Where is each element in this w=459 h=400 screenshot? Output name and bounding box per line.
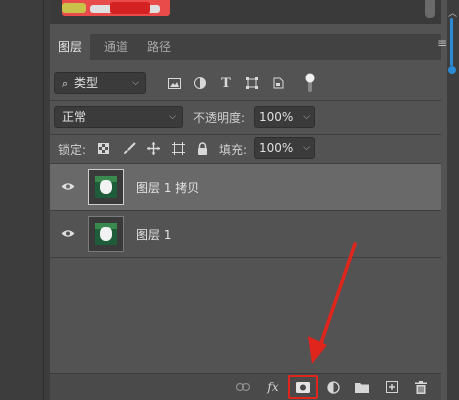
layers-bottom-bar: fx (50, 373, 441, 400)
fx-label: fx (267, 380, 279, 394)
layer-row[interactable]: 图层 1 (50, 211, 441, 257)
link-layers-icon[interactable] (234, 378, 252, 396)
panel-divider (43, 0, 44, 400)
lock-label: 锁定: (58, 143, 87, 157)
previous-panel (50, 0, 441, 24)
chevron-down-icon: ⌵ (169, 112, 176, 122)
filter-kind-dropdown[interactable]: ⌕ 类型 ⌵ (54, 72, 146, 94)
filter-row: ⌕ 类型 ⌵ T (50, 72, 441, 94)
divider (50, 134, 441, 135)
lock-image-icon[interactable] (120, 137, 138, 159)
lock-position-icon[interactable] (144, 137, 162, 159)
tab-channels[interactable]: 通道 (104, 34, 128, 60)
fill-label: 填充: (219, 143, 248, 157)
panel-tabs: 图层 通道 路径 ≡ (50, 34, 447, 60)
new-group-icon[interactable] (353, 378, 371, 396)
blend-mode-value: 正常 (62, 110, 87, 124)
previous-panel-scrollbar[interactable] (425, 0, 435, 18)
image-filter-icon[interactable] (165, 72, 183, 94)
blend-row: 正常 ⌵ 不透明度: 100% ⌵ (50, 106, 441, 128)
layers-panel: 图层 通道 路径 ≡ ⌕ 类型 ⌵ T 正常 ⌵ 不透明度: 100% ⌵ 锁定… (50, 34, 447, 400)
new-layer-icon[interactable] (383, 378, 401, 396)
search-icon: ⌕ (62, 77, 69, 90)
chevron-up-icon[interactable]: ︿ (448, 6, 457, 19)
scroll-thumb[interactable] (448, 66, 456, 74)
lock-row: 锁定: 填充: 100% ⌵ (50, 137, 441, 159)
lock-transparent-icon[interactable] (94, 137, 112, 159)
eye-icon[interactable] (60, 225, 76, 241)
scroll-handle[interactable] (450, 18, 453, 66)
adjustment-filter-icon[interactable] (191, 72, 209, 94)
smart-object-filter-icon[interactable] (269, 72, 287, 94)
fill-field[interactable]: 100% (254, 137, 300, 159)
chevron-down-icon: ⌵ (132, 78, 139, 88)
tab-layers[interactable]: 图层 (50, 34, 91, 60)
previous-panel-thumbnail (62, 0, 170, 16)
shape-filter-icon[interactable] (243, 72, 261, 94)
layer-name[interactable]: 图层 1 拷贝 (136, 179, 199, 196)
eye-icon[interactable] (60, 178, 76, 194)
layer-style-icon[interactable]: fx (264, 378, 282, 396)
panel-scrollbar[interactable]: ︿ (447, 0, 459, 400)
lock-artboard-icon[interactable] (169, 137, 187, 159)
opacity-label: 不透明度: (193, 111, 246, 125)
type-filter-icon[interactable]: T (217, 72, 235, 94)
fill-slider-toggle[interactable]: ⌵ (299, 137, 315, 159)
layer-thumbnail[interactable] (88, 216, 124, 252)
divider (50, 100, 441, 101)
filter-kind-label: 类型 (74, 76, 99, 90)
adjustment-layer-icon[interactable] (324, 378, 342, 396)
divider (50, 257, 441, 258)
blend-mode-dropdown[interactable]: 正常 ⌵ (54, 106, 183, 128)
layer-thumbnail[interactable] (88, 169, 124, 205)
layer-name[interactable]: 图层 1 (136, 226, 171, 243)
mask-button-highlight (288, 375, 318, 399)
tab-paths[interactable]: 路径 (147, 34, 171, 60)
opacity-slider-toggle[interactable]: ⌵ (299, 106, 315, 128)
lock-all-icon[interactable] (193, 137, 211, 159)
layer-row[interactable]: 图层 1 拷贝 (50, 164, 441, 210)
delete-layer-icon[interactable] (412, 378, 430, 396)
filter-toggle-icon[interactable] (301, 72, 319, 94)
panel-menu-icon[interactable]: ≡ (437, 36, 447, 50)
opacity-field[interactable]: 100% (254, 106, 300, 128)
